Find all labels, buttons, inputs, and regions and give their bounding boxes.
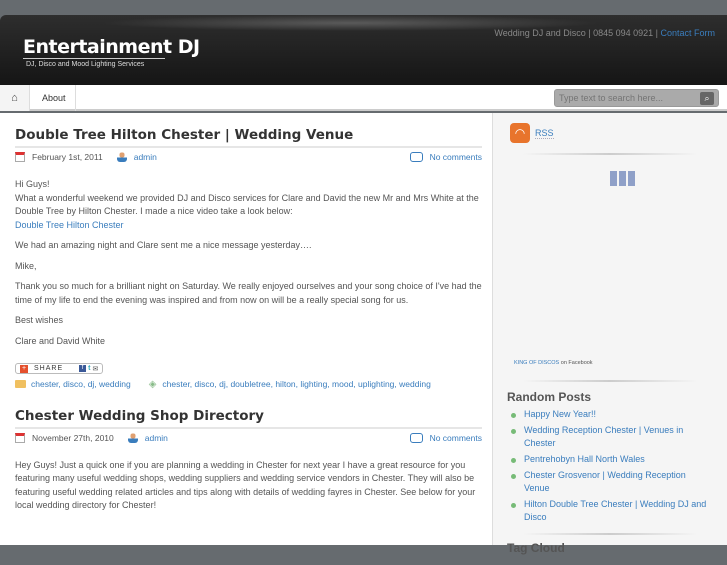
contact-form-link[interactable]: Contact Form xyxy=(660,28,715,38)
random-post-link[interactable]: Wedding Reception Chester | Venues in Ch… xyxy=(524,425,683,448)
list-item: Chester Grosvenor | Wedding Reception Ve… xyxy=(507,469,713,495)
calendar-icon xyxy=(15,152,25,162)
list-item: Wedding Reception Chester | Venues in Ch… xyxy=(507,424,713,450)
site-tagline: DJ, Disco and Mood Lighting Services xyxy=(23,58,165,68)
site-header: Entertainment DJ DJ, Disco and Mood Ligh… xyxy=(0,15,727,85)
user-icon xyxy=(116,152,127,162)
rss-link[interactable]: RSS xyxy=(535,128,554,139)
post-tags[interactable]: chester, disco, dj, doubletree, hilton, … xyxy=(162,379,430,389)
list-item: Pentrehobyn Hall North Wales xyxy=(507,453,713,466)
random-post-link[interactable]: Happy New Year!! xyxy=(524,409,596,419)
facebook-caption: KING OF DISCOS on Facebook xyxy=(514,360,593,366)
plus-icon: + xyxy=(20,364,28,373)
twitter-icon: t xyxy=(88,365,91,372)
post-meta: February 1st, 2011 admin No comments xyxy=(15,148,482,166)
widget-title: Tag Cloud xyxy=(507,541,565,555)
top-links: Wedding DJ and Disco | 0845 094 0921 | C… xyxy=(494,28,715,38)
home-icon: ⌂ xyxy=(11,92,18,104)
facebook-page-link[interactable]: KING OF DISCOS xyxy=(514,360,559,366)
nav-item-label: About xyxy=(42,93,66,103)
share-label: SHARE xyxy=(34,365,64,372)
post-author[interactable]: admin xyxy=(134,152,157,162)
share-button[interactable]: + SHARE f t ✉ xyxy=(15,363,104,374)
comments-link[interactable]: No comments xyxy=(430,152,482,162)
facebook-suffix: on Facebook xyxy=(559,360,593,366)
user-icon xyxy=(127,432,138,443)
post-author[interactable]: admin xyxy=(145,433,168,443)
site-title[interactable]: Entertainment DJ xyxy=(23,36,200,58)
facebook-icon: f xyxy=(79,365,87,372)
search-icon[interactable]: ⌕ xyxy=(700,91,714,105)
comments-icon xyxy=(409,432,423,443)
facebook-widget: KING OF DISCOS on Facebook xyxy=(493,155,727,380)
search-input[interactable] xyxy=(555,93,700,103)
random-post-link[interactable]: Chester Grosvenor | Wedding Reception Ve… xyxy=(524,470,686,493)
post-body: Hi Guys! What a wonderful weekend we prov… xyxy=(15,178,482,348)
rss-widget: ◠ RSS xyxy=(493,113,727,153)
post-taxonomy: chester, disco, dj, wedding ◈ chester, di… xyxy=(15,379,482,390)
post-date: November 27th, 2010 xyxy=(32,432,114,443)
post-text: Hey Guys! Just a quick one if you are pl… xyxy=(15,459,476,511)
search-box: ⌕ xyxy=(554,89,719,107)
post-text: Mike, xyxy=(15,260,37,271)
calendar-icon xyxy=(15,432,25,443)
post-categories[interactable]: chester, disco, dj, wedding xyxy=(31,379,131,389)
tag-icon: ◈ xyxy=(148,378,157,390)
random-posts-list: Happy New Year!! Wedding Reception Chest… xyxy=(507,408,713,524)
email-icon: ✉ xyxy=(92,365,99,373)
sidebar: ◠ RSS KING OF DISCOS on Facebook Random … xyxy=(492,113,727,555)
post-text: We had an amazing night and Clare sent m… xyxy=(15,240,312,250)
loading-icon xyxy=(610,171,635,186)
post-text: Thank you so much for a brilliant night … xyxy=(15,281,482,305)
post-text: Hi Guys! xyxy=(15,179,50,189)
post-text: What a wonderful weekend we provided DJ … xyxy=(15,192,479,217)
post-text: Clare and David White xyxy=(15,335,106,346)
divider xyxy=(523,533,697,535)
comments-icon xyxy=(409,152,423,162)
folder-icon xyxy=(15,380,26,388)
post-body: Hey Guys! Just a quick one if you are pl… xyxy=(15,459,482,513)
post-text: Best wishes xyxy=(15,315,64,325)
list-item: Hilton Double Tree Chester | Wedding DJ … xyxy=(507,498,713,524)
main-content: Double Tree Hilton Chester | Wedding Ven… xyxy=(0,113,492,545)
post-title[interactable]: Double Tree Hilton Chester | Wedding Ven… xyxy=(15,113,482,148)
home-button[interactable]: ⌂ xyxy=(0,85,30,111)
random-posts-widget: Random Posts Happy New Year!! Wedding Re… xyxy=(493,382,727,533)
random-post-link[interactable]: Hilton Double Tree Chester | Wedding DJ … xyxy=(524,499,706,522)
post-title[interactable]: Chester Wedding Shop Directory xyxy=(15,394,482,429)
nav-bar: ⌂ About ⌕ xyxy=(0,85,727,111)
widget-title: Random Posts xyxy=(507,390,592,404)
post-meta: November 27th, 2010 admin No comments xyxy=(15,429,482,447)
video-link[interactable]: Double Tree Hilton Chester xyxy=(15,220,124,230)
contact-info: Wedding DJ and Disco | 0845 094 0921 | xyxy=(494,28,661,38)
post: Double Tree Hilton Chester | Wedding Ven… xyxy=(15,113,482,390)
comments-link[interactable]: No comments xyxy=(430,433,482,443)
post-date: February 1st, 2011 xyxy=(32,152,103,162)
list-item: Happy New Year!! xyxy=(507,408,713,421)
random-post-link[interactable]: Pentrehobyn Hall North Wales xyxy=(524,454,645,464)
nav-item-about[interactable]: About xyxy=(30,85,76,111)
rss-icon: ◠ xyxy=(510,123,530,143)
post: Chester Wedding Shop Directory November … xyxy=(15,394,482,513)
